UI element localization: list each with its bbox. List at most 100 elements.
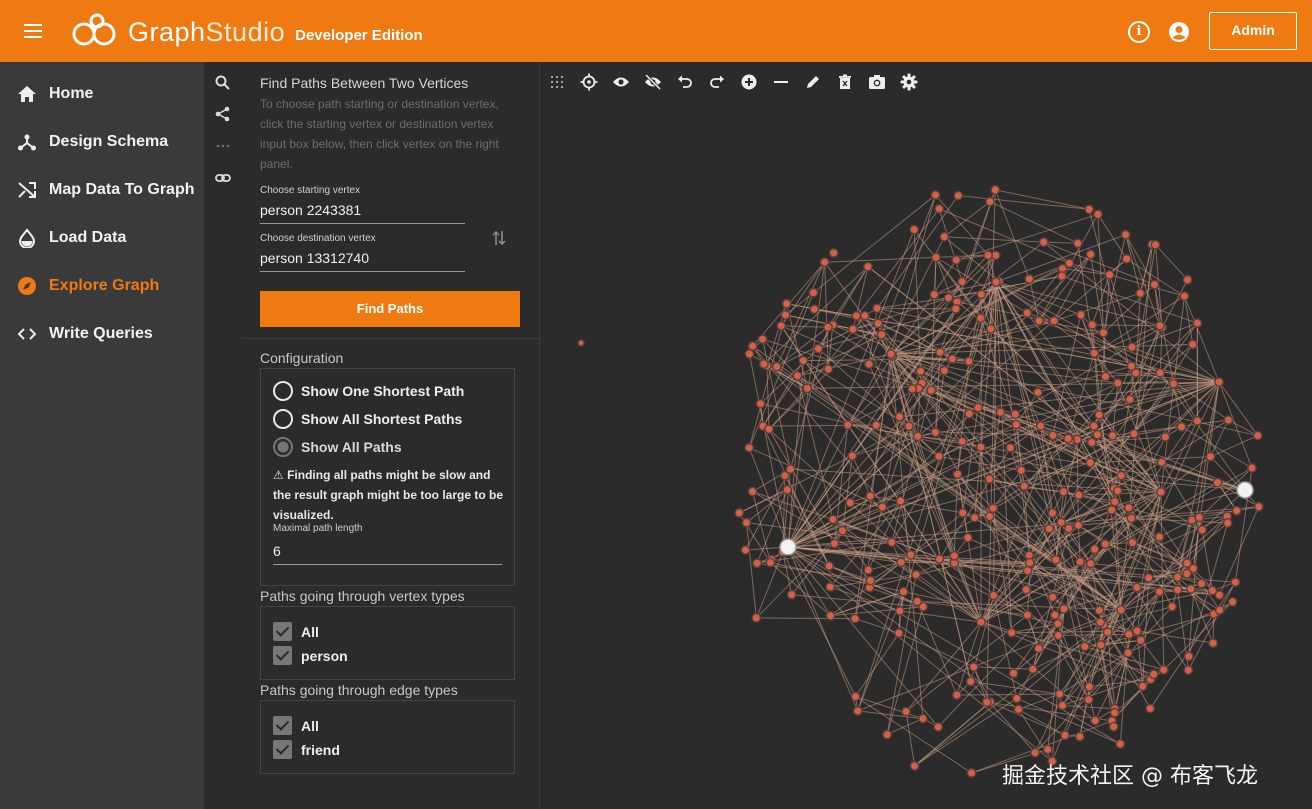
graph-vertex[interactable] — [1053, 630, 1064, 641]
graph-vertex[interactable] — [975, 313, 986, 324]
graph-vertex[interactable] — [852, 705, 863, 716]
info-icon[interactable]: i — [1128, 21, 1150, 43]
graph-vertex[interactable] — [1158, 664, 1169, 675]
graph-vertex[interactable] — [991, 277, 1001, 287]
selected-vertex[interactable] — [1236, 481, 1254, 499]
graph-vertex[interactable] — [976, 617, 986, 627]
graph-vertex[interactable] — [1047, 592, 1058, 603]
graph-vertex[interactable] — [898, 586, 909, 597]
graph-vertex[interactable] — [894, 411, 905, 422]
graph-vertex[interactable] — [1222, 518, 1233, 528]
graph-vertex[interactable] — [1052, 618, 1063, 629]
edit-icon[interactable] — [797, 62, 829, 102]
graph-vertex[interactable] — [1011, 419, 1022, 430]
graph-vertex[interactable] — [929, 289, 940, 300]
graph-vertex[interactable] — [813, 343, 824, 354]
graph-vertex[interactable] — [1185, 583, 1196, 594]
graph-vertex[interactable] — [985, 196, 995, 207]
graph-vertex[interactable] — [886, 537, 897, 548]
graph-vertex[interactable] — [912, 596, 923, 607]
graph-vertex[interactable] — [1092, 429, 1103, 440]
graph-vertex[interactable] — [808, 287, 819, 298]
graph-vertex[interactable] — [1034, 315, 1045, 326]
graph-vertex[interactable] — [1092, 209, 1103, 220]
graph-vertex[interactable] — [984, 473, 995, 484]
graph-vertex[interactable] — [981, 697, 992, 708]
nav-item-explore-graph[interactable]: Explore Graph — [0, 262, 204, 310]
graph-vertex[interactable] — [802, 383, 813, 394]
graph-vertex[interactable] — [951, 690, 962, 700]
graph-vertex[interactable] — [968, 661, 979, 672]
graph-vertex[interactable] — [1196, 578, 1207, 589]
radio-icon[interactable] — [273, 381, 293, 401]
graph-vertex[interactable] — [1143, 572, 1154, 583]
graph-vertex[interactable] — [1087, 319, 1098, 330]
graph-vertex[interactable] — [850, 691, 861, 702]
graph-vertex[interactable] — [798, 355, 809, 366]
graph-vertex[interactable] — [871, 420, 882, 431]
graph-vertex[interactable] — [1112, 378, 1123, 388]
option-all-shortest-paths[interactable]: Show All Shortest Paths — [273, 409, 462, 429]
graph-vertex[interactable] — [1006, 627, 1017, 638]
graph-vertex[interactable] — [1047, 508, 1058, 518]
graph-vertex[interactable] — [1010, 409, 1021, 420]
graph-vertex[interactable] — [976, 289, 987, 300]
graph-vertex[interactable] — [1094, 409, 1105, 420]
nav-item-load-data[interactable]: Load Data — [0, 214, 204, 262]
graph-vertex[interactable] — [1059, 730, 1070, 741]
graph-vertex[interactable] — [876, 329, 887, 340]
graph-vertex[interactable] — [1246, 463, 1257, 473]
graph-vertex[interactable] — [909, 760, 920, 771]
graph-vertex[interactable] — [1044, 523, 1055, 534]
graph-vertex[interactable] — [962, 532, 973, 543]
graph-vertex[interactable] — [1129, 428, 1139, 439]
graph-vertex[interactable] — [1056, 517, 1067, 528]
graph-vertex[interactable] — [1145, 703, 1156, 714]
graph-vertex[interactable] — [1126, 361, 1137, 372]
graph-vertex[interactable] — [734, 507, 745, 518]
graph-vertex[interactable] — [872, 303, 883, 314]
graph-vertex[interactable] — [1116, 470, 1127, 481]
graph-vertex[interactable] — [1072, 238, 1083, 249]
account-icon[interactable] — [1168, 21, 1190, 43]
graph-vertex[interactable] — [848, 324, 858, 335]
graph-vertex[interactable] — [1047, 430, 1058, 441]
graph-vertex[interactable] — [1183, 651, 1194, 662]
graph-vertex[interactable] — [1011, 693, 1022, 704]
graph-vertex[interactable] — [1231, 505, 1242, 516]
graph-vertex[interactable] — [1054, 689, 1065, 700]
graph-vertex[interactable] — [1208, 638, 1219, 648]
graph-vertex[interactable] — [752, 558, 763, 569]
graph-vertex[interactable] — [825, 610, 836, 621]
graph-vertex[interactable] — [1182, 274, 1193, 285]
graph-vertex[interactable] — [1095, 617, 1106, 628]
graph-vertex[interactable] — [1098, 327, 1109, 338]
graph-vertex[interactable] — [969, 512, 980, 523]
option-one-shortest-path[interactable]: Show One Shortest Path — [273, 381, 464, 401]
graph-vertex[interactable] — [1148, 669, 1159, 680]
admin-button[interactable]: Admin — [1209, 12, 1297, 50]
graph-vertex[interactable] — [1073, 490, 1084, 500]
graph-vertex[interactable] — [863, 564, 874, 575]
graph-vertex[interactable] — [901, 706, 912, 717]
share-path-icon[interactable] — [214, 105, 232, 123]
graph-vertex[interactable] — [1132, 625, 1142, 636]
checkbox-icon[interactable] — [273, 716, 292, 735]
graph-vertex[interactable] — [1168, 378, 1179, 389]
graph-vertex[interactable] — [1214, 377, 1224, 387]
graph-vertex[interactable] — [1079, 641, 1090, 652]
graph-vertex[interactable] — [907, 383, 918, 394]
graph-vertex[interactable] — [1172, 584, 1183, 595]
graph-vertex[interactable] — [1095, 640, 1106, 650]
graph-vertex[interactable] — [824, 561, 835, 571]
graph-vertex[interactable] — [951, 255, 962, 265]
graph-vertex[interactable] — [1156, 487, 1166, 497]
checkbox-icon[interactable] — [273, 622, 292, 641]
graph-vertex[interactable] — [757, 334, 768, 345]
graph-vertex[interactable] — [1123, 629, 1134, 640]
graph-vertex[interactable] — [1033, 643, 1044, 654]
graph-vertex[interactable] — [819, 257, 830, 268]
graph-vertex[interactable] — [1149, 279, 1160, 290]
graph-vertex[interactable] — [1205, 451, 1216, 462]
graph-vertex[interactable] — [1008, 668, 1019, 679]
